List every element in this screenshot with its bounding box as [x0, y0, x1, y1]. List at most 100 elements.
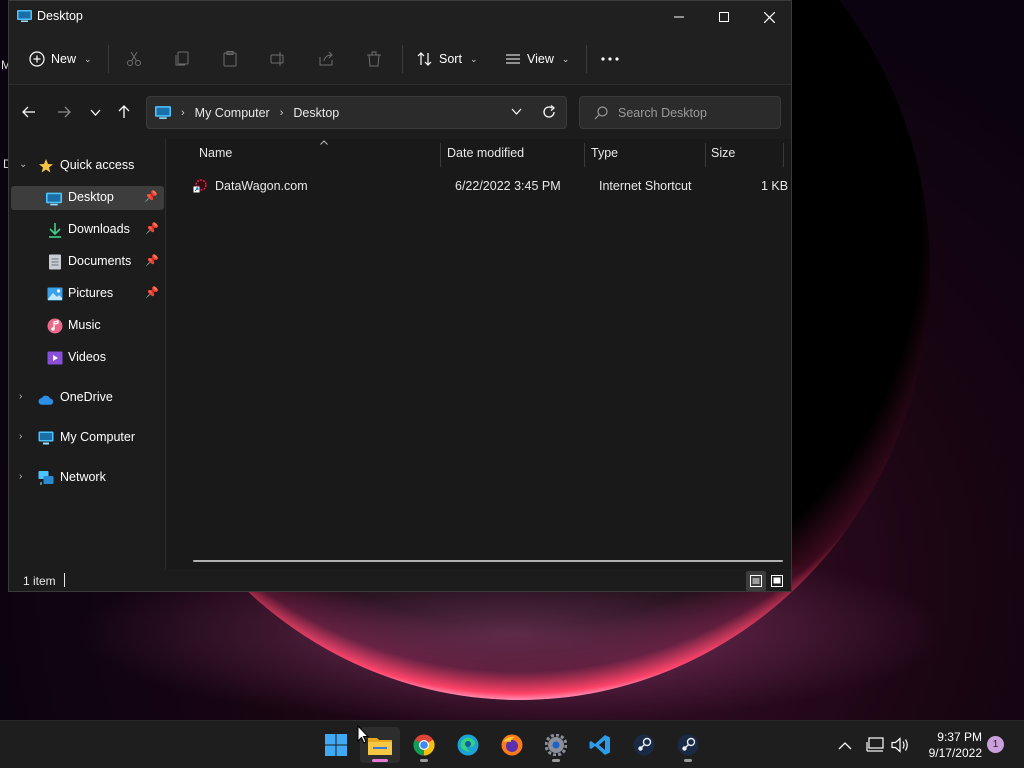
copy-button[interactable]: [174, 33, 190, 85]
recent-locations-button[interactable]: [81, 98, 109, 126]
network-status-button[interactable]: [866, 721, 884, 768]
nav-item-documents[interactable]: Documents 📌: [9, 250, 165, 274]
details-view-icon: [750, 575, 762, 587]
nav-item-pictures[interactable]: Pictures 📌: [9, 282, 165, 306]
column-header-size[interactable]: Size: [711, 146, 735, 160]
document-icon: [49, 254, 61, 270]
up-button[interactable]: [110, 98, 138, 126]
start-button[interactable]: [316, 727, 356, 763]
rename-button[interactable]: [270, 33, 286, 85]
forward-button[interactable]: [50, 98, 78, 126]
cloud-icon: [38, 395, 54, 405]
pin-icon: 📌: [144, 191, 158, 203]
column-header-name[interactable]: Name: [199, 146, 232, 160]
maximize-button[interactable]: [701, 1, 747, 33]
minimize-button[interactable]: [656, 1, 702, 33]
nav-quick-access[interactable]: ⌄ Quick access: [9, 154, 165, 178]
status-divider: [64, 573, 65, 587]
desktop-icon: [46, 192, 62, 206]
steam-icon: [677, 734, 699, 756]
column-header-date[interactable]: Date modified: [447, 146, 524, 160]
taskbar-steam[interactable]: [624, 727, 664, 763]
file-explorer-window: Desktop New ⌄ Sort ⌄ View ⌄ › My Compute…: [8, 0, 792, 592]
notification-badge[interactable]: 1: [987, 736, 1004, 753]
taskbar-edge[interactable]: [448, 727, 488, 763]
nav-label: Network: [60, 470, 106, 484]
nav-item-network[interactable]: › Network: [9, 466, 165, 490]
column-divider[interactable]: [440, 143, 441, 167]
trash-icon: [367, 51, 381, 67]
maximize-icon: [719, 12, 729, 22]
volume-button[interactable]: [891, 721, 909, 768]
breadcrumb-item[interactable]: Desktop: [293, 106, 339, 120]
chevron-right-icon[interactable]: ›: [19, 471, 22, 482]
rename-icon: [270, 52, 284, 66]
chevron-up-icon: [838, 741, 852, 749]
taskbar-chrome[interactable]: [404, 727, 444, 763]
running-indicator: [684, 759, 692, 762]
chevron-down-icon: ⌄: [84, 53, 92, 64]
new-button[interactable]: New ⌄: [29, 33, 92, 85]
show-hidden-icons-button[interactable]: [838, 721, 852, 768]
nav-item-onedrive[interactable]: › OneDrive: [9, 386, 165, 410]
search-placeholder: Search Desktop: [618, 105, 707, 120]
sort-icon: [417, 52, 432, 66]
file-list: Name Date modified Type Size DataWagon.c…: [167, 139, 791, 569]
desktop-icon: [155, 106, 171, 119]
taskbar-firefox[interactable]: [492, 727, 532, 763]
picture-icon: [47, 287, 63, 301]
search-box[interactable]: Search Desktop: [579, 96, 781, 129]
share-button[interactable]: [318, 33, 334, 85]
status-bar: 1 item: [9, 569, 791, 591]
more-options-button[interactable]: [601, 33, 619, 85]
close-button[interactable]: [746, 1, 792, 33]
details-view-button[interactable]: [746, 571, 766, 591]
navigation-pane: ⌄ Quick access Desktop 📌 Downloads 📌 Doc…: [9, 139, 166, 569]
thumbnail-view-icon: [771, 575, 783, 587]
file-explorer-icon: [368, 738, 392, 755]
address-bar[interactable]: › My Computer › Desktop: [146, 96, 567, 129]
horizontal-scrollbar[interactable]: [193, 560, 783, 562]
clock[interactable]: 9:37 PM 9/17/2022: [918, 729, 982, 761]
delete-button[interactable]: [366, 33, 382, 85]
cut-button[interactable]: [126, 33, 142, 85]
clipboard-icon: [223, 51, 237, 67]
column-divider[interactable]: [705, 143, 706, 167]
taskbar-steam-2[interactable]: [668, 727, 708, 763]
speaker-icon: [891, 737, 908, 753]
refresh-icon[interactable]: [542, 105, 556, 119]
view-button[interactable]: View ⌄: [505, 33, 569, 85]
pin-icon: 📌: [145, 223, 159, 235]
windows-start-icon: [325, 734, 347, 756]
sort-button[interactable]: Sort ⌄: [417, 33, 477, 85]
chevron-right-icon[interactable]: ›: [19, 431, 22, 442]
computer-icon: [38, 431, 54, 445]
column-header-type[interactable]: Type: [591, 146, 618, 160]
close-icon: [763, 11, 775, 23]
nav-item-music[interactable]: Music: [9, 314, 165, 338]
title-bar[interactable]: Desktop: [9, 1, 791, 33]
chevron-right-icon[interactable]: ›: [19, 391, 22, 402]
taskbar-settings[interactable]: [536, 727, 576, 763]
column-divider[interactable]: [783, 143, 784, 167]
column-divider[interactable]: [584, 143, 585, 167]
nav-item-videos[interactable]: Videos: [9, 346, 165, 370]
nav-item-desktop[interactable]: Desktop 📌: [11, 186, 164, 210]
breadcrumb-item[interactable]: My Computer: [195, 106, 270, 120]
back-button[interactable]: [15, 98, 43, 126]
paste-button[interactable]: [222, 33, 238, 85]
nav-item-my-computer[interactable]: › My Computer: [9, 426, 165, 450]
download-icon: [49, 223, 61, 238]
window-title: Desktop: [37, 9, 83, 23]
chevron-down-icon[interactable]: [511, 108, 522, 115]
chevron-down-icon[interactable]: ⌄: [19, 159, 27, 170]
chevron-right-icon: ›: [279, 106, 284, 119]
nav-item-downloads[interactable]: Downloads 📌: [9, 218, 165, 242]
scissors-icon: [127, 51, 141, 66]
large-icons-view-button[interactable]: [767, 571, 787, 591]
view-list-icon: [506, 54, 520, 64]
minimize-icon: [674, 16, 684, 18]
file-name: DataWagon.com: [215, 179, 308, 193]
table-row[interactable]: DataWagon.com 6/22/2022 3:45 PM Internet…: [179, 175, 791, 197]
taskbar-vscode[interactable]: [580, 727, 620, 763]
